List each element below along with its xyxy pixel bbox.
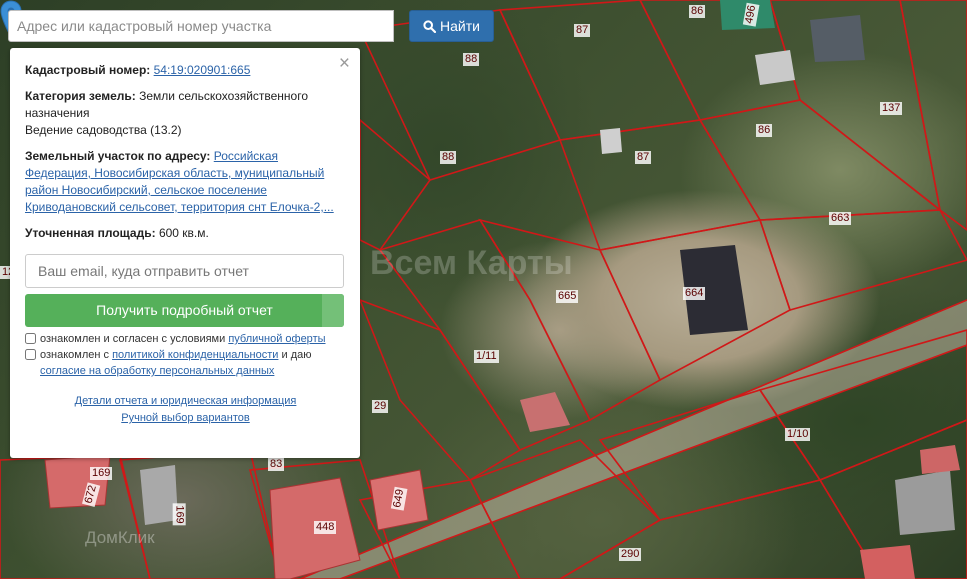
parcel-label[interactable]: 448 [314,521,337,534]
button-accent [322,294,344,327]
land-category-row: Категория земель: Земли сельскохозяйстве… [25,88,346,139]
offer-text: ознакомлен и согласен с условиями [40,333,226,345]
parcel-label[interactable]: 1/10 [785,428,811,441]
map-watermark: Всем Карты [370,244,573,282]
parcel-label[interactable]: 86 [756,124,773,137]
offer-agreement: ознакомлен и согласен с условиями публич… [25,331,346,347]
address-row: Земельный участок по адресу: Российская … [25,148,346,216]
area-row: Уточненная площадь: 600 кв.м. [25,225,346,242]
email-field[interactable] [25,254,344,288]
parcel-label[interactable]: 663 [829,212,852,225]
cadastral-number-row: Кадастровый номер: 54:19:020901:665 [25,62,346,79]
report-details-link[interactable]: Детали отчета и юридическая информация [75,395,297,407]
search-button[interactable]: Найти [409,10,494,42]
parcel-label[interactable]: 83 [268,458,285,471]
footer-links: Детали отчета и юридическая информация Р… [25,393,346,427]
area-label: Уточненная площадь: [25,226,156,240]
cadastral-number-link[interactable]: 54:19:020901:665 [154,63,251,77]
map-corner-watermark: ДомКлик [85,528,155,547]
parcel-label[interactable]: 88 [463,53,480,66]
parcel-label[interactable]: 86 [689,5,706,18]
search-input[interactable] [8,10,394,42]
offer-checkbox[interactable] [25,333,36,344]
land-category-label: Категория земель: [25,89,136,103]
get-report-button[interactable]: Получить подробный отчет [25,294,344,327]
parcel-label[interactable]: 88 [440,151,457,164]
get-report-label: Получить подробный отчет [96,302,273,318]
search-icon [423,19,437,33]
cadastral-number-label: Кадастровый номер: [25,63,151,77]
parcel-label[interactable]: 29 [372,400,389,413]
parcel-info-card: × Кадастровый номер: 54:19:020901:665 Ка… [10,48,360,458]
parcel-label[interactable]: 87 [635,151,652,164]
personal-data-consent-link[interactable]: согласие на обработку персональных данны… [40,365,274,377]
parcel-label[interactable]: 137 [880,102,903,115]
privacy-agreement: ознакомлен с политикой конфиденциальност… [25,347,346,379]
parcel-label[interactable]: 169 [90,467,113,480]
parcel-label[interactable]: 1/11 [474,350,499,363]
area-value: 600 кв.м. [158,226,209,240]
parcel-label[interactable]: 169 [172,503,186,526]
search-button-label: Найти [440,18,480,34]
privacy-mid-text: и даю [281,349,312,361]
parcel-label[interactable]: 290 [619,548,642,561]
privacy-checkbox[interactable] [25,349,36,360]
close-icon[interactable]: × [339,54,350,73]
privacy-text: ознакомлен с [40,349,110,361]
address-label: Земельный участок по адресу: [25,149,211,163]
privacy-policy-link[interactable]: политикой конфиденциальности [112,349,278,361]
parcel-label[interactable]: 664 [683,287,706,300]
public-offer-link[interactable]: публичной оферты [228,333,325,345]
land-use-value: Ведение садоводства (13.2) [25,123,182,137]
manual-selection-link[interactable]: Ручной выбор вариантов [121,412,249,424]
parcel-label[interactable]: 87 [574,24,591,37]
parcel-label[interactable]: 665 [556,290,579,303]
